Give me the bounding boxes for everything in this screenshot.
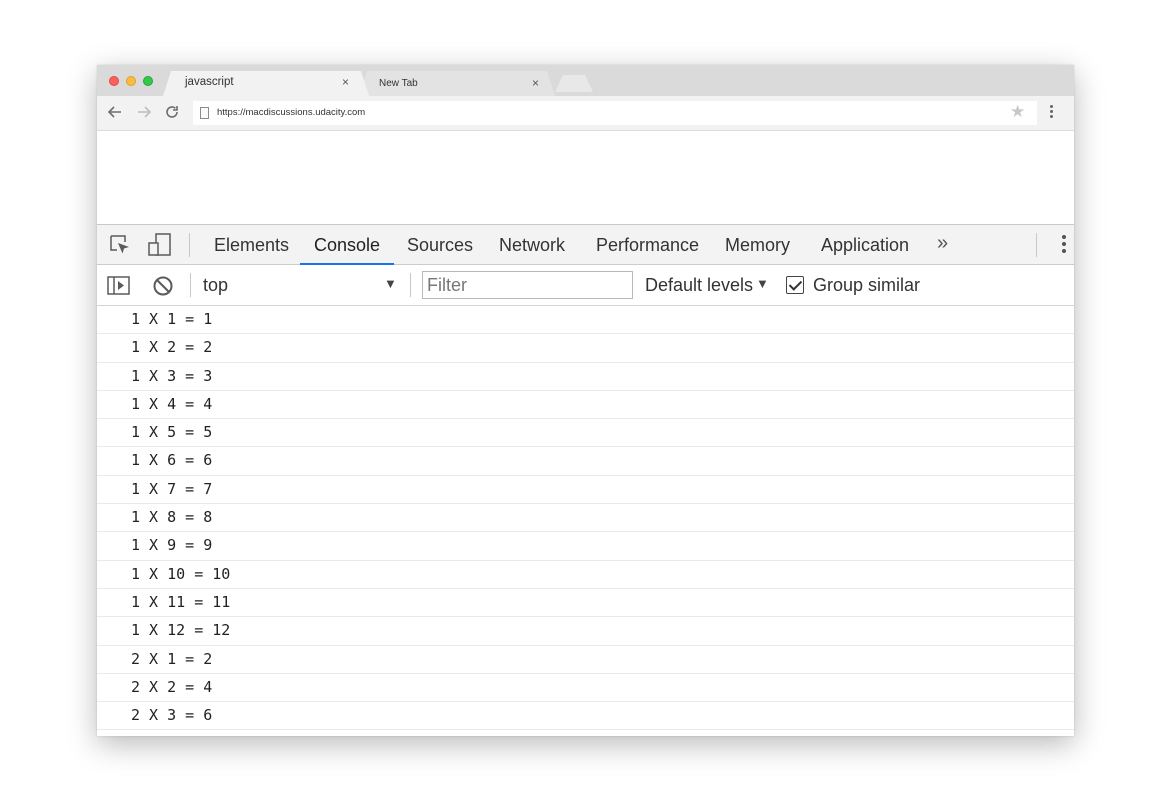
new-tab-button[interactable] [555,75,593,92]
console-message: 1 X 10 = 10 [97,561,1074,589]
console-message: 1 X 1 = 1 [97,306,1074,335]
browser-window: javascript × New Tab × https://macdiscus… [97,65,1074,736]
devtools-panel: Elements Console Sources Network Perform… [97,224,1074,736]
tab-close-icon[interactable]: × [342,75,349,89]
console-message: 1 X 5 = 5 [97,419,1074,448]
console-message: 1 X 7 = 7 [97,476,1074,505]
tab-performance[interactable]: Performance [596,225,699,265]
browser-toolbar: https://macdiscussions.udacity.com ★ [97,96,1074,131]
console-message: 1 X 3 = 3 [97,363,1074,391]
context-selector[interactable]: top [203,275,228,296]
levels-dropdown-icon[interactable]: ▼ [756,276,769,291]
console-message: 1 X 9 = 9 [97,532,1074,561]
address-bar[interactable]: https://macdiscussions.udacity.com [193,101,1037,125]
browser-tab-new-tab[interactable]: New Tab × [359,71,555,96]
console-message: 1 X 2 = 2 [97,334,1074,363]
tab-application[interactable]: Application [821,225,909,265]
context-dropdown-icon[interactable]: ▼ [384,276,397,291]
console-message: 1 X 11 = 11 [97,589,1074,618]
maximize-window-button[interactable] [143,76,153,86]
page-viewport [97,131,1074,224]
tab-title: javascript [185,76,234,88]
browser-menu-icon[interactable] [1050,105,1054,120]
console-message: 1 X 6 = 6 [97,447,1074,476]
tab-close-icon[interactable]: × [532,76,539,90]
console-message: 1 X 4 = 4 [97,391,1074,420]
tab-elements[interactable]: Elements [214,225,289,265]
url-text: https://macdiscussions.udacity.com [217,107,366,118]
log-levels-dropdown[interactable]: Default levels [645,275,753,296]
group-similar-label: Group similar [813,275,921,295]
star-icon[interactable]: ★ [1010,102,1025,122]
browser-tab-javascript[interactable]: javascript × [163,71,369,96]
reload-icon[interactable] [163,104,181,122]
console-message: 1 X 12 = 12 [97,617,1074,646]
more-tabs-icon[interactable]: » [937,232,948,255]
group-similar-checkbox[interactable] [786,276,804,294]
arrow-right-icon[interactable] [135,104,153,122]
console-message: 2 X 2 = 4 [97,674,1074,703]
devtools-menu-icon[interactable] [1062,235,1066,256]
arrow-left-icon[interactable] [106,104,124,122]
console-message: 1 X 8 = 8 [97,504,1074,533]
tab-strip: javascript × New Tab × [97,65,1074,96]
console-message: 2 X 1 = 2 [97,646,1074,674]
console-message: 2 X 3 = 6 [97,702,1074,731]
console-sidebar-icon[interactable] [107,276,131,301]
page-icon [200,107,209,119]
minimize-window-button[interactable] [126,76,136,86]
console-toolbar: top ▼ Default levels ▼ Group similar [97,265,1074,306]
tab-title: New Tab [379,78,418,89]
tab-sources[interactable]: Sources [407,225,473,265]
tab-network[interactable]: Network [499,225,565,265]
tab-console[interactable]: Console [300,225,395,265]
devtools-tab-bar: Elements Console Sources Network Perform… [97,225,1074,265]
device-toolbar-icon[interactable] [148,233,172,262]
inspect-element-icon[interactable] [109,234,131,261]
clear-console-icon[interactable] [152,275,174,302]
console-output: 1 X 1 = 1 1 X 2 = 2 1 X 3 = 3 1 X 4 = 4 … [97,306,1074,731]
tab-memory[interactable]: Memory [725,225,790,265]
filter-input[interactable] [422,271,633,299]
close-window-button[interactable] [109,76,119,86]
